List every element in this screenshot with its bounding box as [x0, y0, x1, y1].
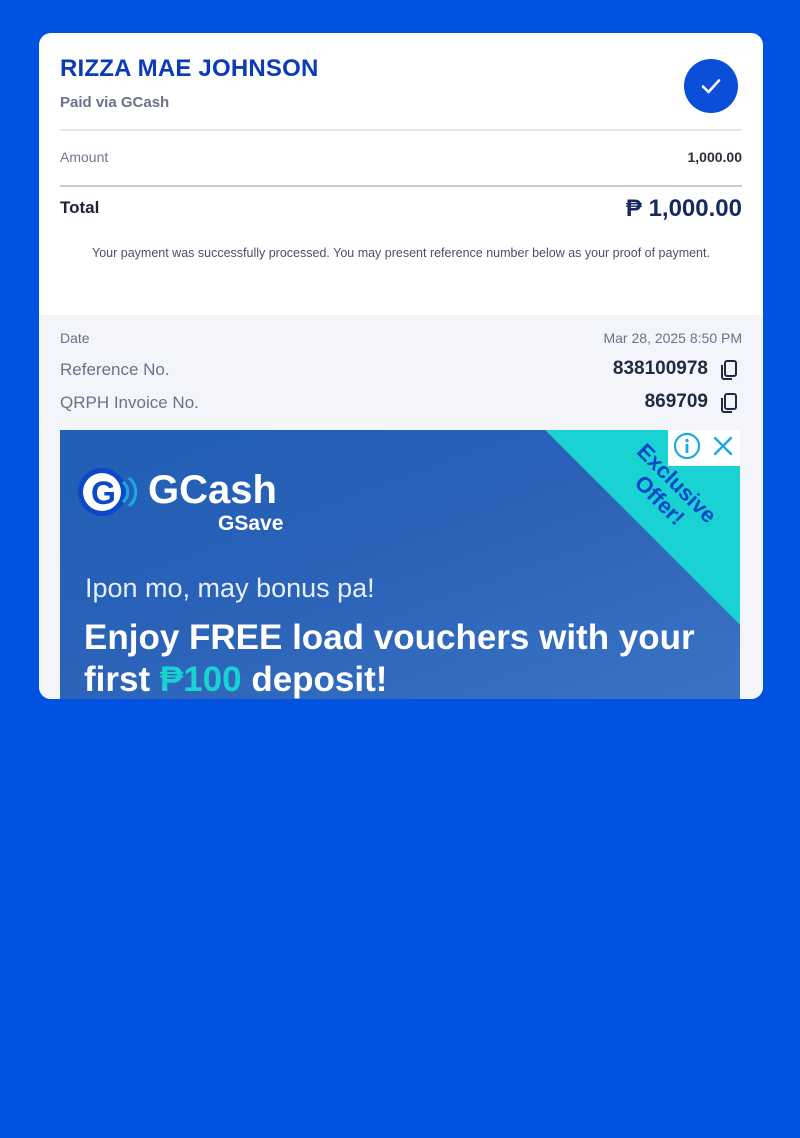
amount-label: Amount [60, 149, 109, 165]
receipt-card: RIZZA MAE JOHNSON Paid via GCash Amount … [39, 33, 763, 699]
date-label: Date [60, 330, 90, 346]
success-message: Your payment was successfully processed.… [92, 246, 710, 260]
gcash-ad-banner[interactable]: Exclusive Offer! G GCash GSave Ipon mo, … [60, 430, 740, 699]
payee-name: RIZZA MAE JOHNSON [60, 55, 319, 82]
ad-controls [668, 430, 740, 466]
ad-brand: GCash [148, 468, 277, 512]
success-check-icon [684, 59, 738, 113]
qrph-value: 869709 [644, 391, 708, 412]
receipt-header: RIZZA MAE JOHNSON Paid via GCash [60, 53, 742, 131]
copy-reference-icon[interactable] [718, 359, 740, 381]
date-value: Mar 28, 2025 8:50 PM [603, 330, 742, 346]
reference-value: 838100978 [612, 358, 708, 379]
divider [60, 185, 742, 187]
payment-method: Paid via GCash [60, 94, 170, 111]
ad-tagline: Ipon mo, may bonus pa! [85, 573, 375, 603]
ad-product: GSave [218, 512, 284, 535]
amount-value: 1,000.00 [687, 149, 743, 165]
date-row: Date Mar 28, 2025 8:50 PM [60, 327, 742, 351]
total-row: Total ₱ 1,000.00 [60, 193, 742, 227]
transaction-details: Date Mar 28, 2025 8:50 PM Reference No. … [39, 315, 763, 699]
gcash-logo-icon: G [76, 466, 138, 518]
total-value: ₱ 1,000.00 [625, 195, 742, 222]
ad-headline-amount: ₱100 [159, 660, 242, 699]
reference-label: Reference No. [60, 360, 170, 379]
qrph-invoice-row: QRPH Invoice No. 869709 [60, 391, 742, 415]
ad-headline: Enjoy FREE load vouchers with your first… [84, 617, 724, 699]
amount-row: Amount 1,000.00 [60, 147, 742, 167]
close-icon[interactable] [711, 434, 735, 463]
reference-row: Reference No. 838100978 [60, 358, 742, 382]
info-icon[interactable] [673, 432, 701, 465]
total-label: Total [60, 198, 100, 217]
copy-qrph-icon[interactable] [718, 392, 740, 414]
divider [60, 129, 742, 131]
qrph-label: QRPH Invoice No. [60, 393, 199, 412]
svg-text:G: G [91, 475, 116, 511]
ad-headline-end: deposit! [241, 660, 388, 699]
